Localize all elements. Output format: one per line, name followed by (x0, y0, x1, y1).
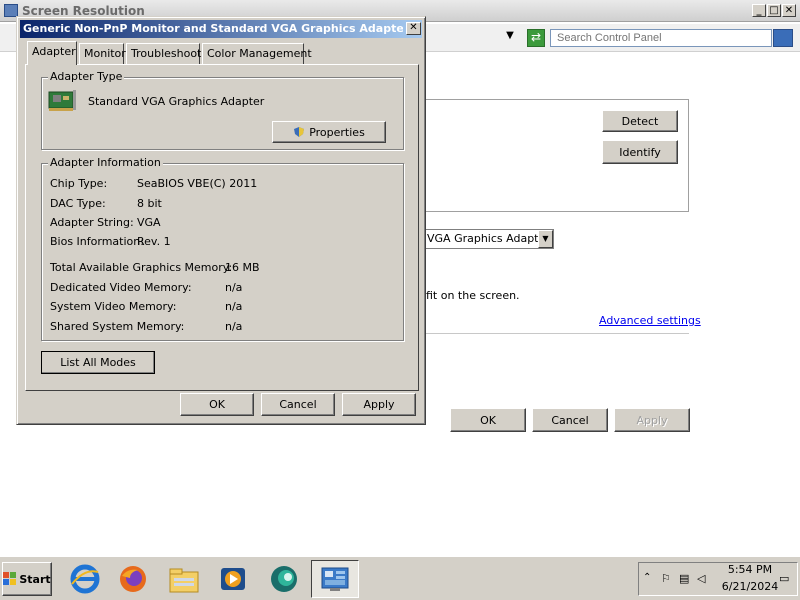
display-select[interactable]: VGA Graphics Adapter (410, 229, 554, 249)
dialog-titlebar: Generic Non-PnP Monitor and Standard VGA… (20, 20, 422, 38)
adapter-string-value: VGA (137, 216, 161, 229)
address-dropdown-icon[interactable]: ▼ (503, 30, 517, 46)
advanced-settings-link[interactable]: Advanced settings (599, 314, 701, 327)
bg-ok-button[interactable]: OK (450, 408, 526, 432)
tab-panel-adapter: Adapter Type Standard VGA Graphics Adapt… (25, 64, 419, 391)
bg-apply-button[interactable]: Apply (614, 408, 690, 432)
system-memory-value: n/a (225, 300, 243, 313)
taskbar: Start ⌃ ⚐ ▤ ◁ ▭ (0, 555, 800, 600)
maximize-button[interactable]: □ (767, 4, 781, 17)
apply-button[interactable]: Apply (342, 393, 416, 416)
chevron-up-icon[interactable]: ⌃ (643, 572, 651, 583)
windows-logo-icon (3, 572, 17, 586)
adapter-info-group: Adapter Information Chip Type: SeaBIOS V… (41, 156, 404, 341)
search-input[interactable] (550, 29, 772, 47)
dac-type-value: 8 bit (137, 197, 162, 210)
volume-icon[interactable]: ◁ (697, 572, 705, 585)
dedicated-memory-label: Dedicated Video Memory: (50, 281, 192, 294)
close-icon[interactable]: ✕ (406, 22, 421, 35)
bios-info-label: Bios Information: (50, 235, 144, 248)
total-memory-value: 16 MB (225, 261, 260, 274)
flag-icon[interactable]: ⚐ (661, 572, 671, 585)
tab-troubleshoot[interactable]: Troubleshoot (126, 43, 201, 64)
cancel-button[interactable]: Cancel (261, 393, 335, 416)
graphics-card-icon (47, 86, 77, 114)
fit-text: fit on the screen. (426, 289, 520, 302)
close-window-button[interactable]: ✕ (782, 4, 796, 17)
tab-monitor[interactable]: Monitor (79, 43, 126, 64)
detect-button[interactable]: Detect (602, 110, 678, 132)
properties-label: Properties (309, 125, 365, 139)
minimize-button[interactable]: _ (752, 4, 766, 17)
refresh-icon[interactable]: ⇄ (527, 29, 545, 47)
chevron-down-icon[interactable]: ▼ (538, 230, 553, 248)
identify-button[interactable]: Identify (602, 140, 678, 164)
control-panel-icon (320, 565, 350, 593)
tab-color-management[interactable]: Color Management (202, 43, 312, 64)
bios-info-value: Rev. 1 (137, 235, 171, 248)
bg-cancel-button[interactable]: Cancel (532, 408, 608, 432)
chip-type-label: Chip Type: (50, 177, 108, 190)
tab-adapter[interactable]: Adapter (27, 41, 77, 65)
system-memory-label: System Video Memory: (50, 300, 177, 313)
firefox-icon[interactable] (118, 564, 148, 594)
clock-time[interactable]: 5:54 PM (710, 563, 790, 576)
shared-memory-label: Shared System Memory: (50, 320, 185, 333)
adapter-type-group: Adapter Type Standard VGA Graphics Adapt… (41, 70, 404, 150)
ok-button[interactable]: OK (180, 393, 254, 416)
adapter-string-label: Adapter String: (50, 216, 134, 229)
adapter-name: Standard VGA Graphics Adapter (88, 95, 265, 108)
shared-memory-value: n/a (225, 320, 243, 333)
separator (410, 333, 689, 334)
start-button[interactable]: Start (2, 562, 52, 596)
file-explorer-icon[interactable] (168, 564, 199, 594)
chip-type-value: SeaBIOS VBE(C) 2011 (137, 177, 258, 190)
total-memory-label: Total Available Graphics Memory: (50, 261, 233, 274)
network-icon[interactable]: ▤ (679, 572, 689, 585)
adapter-properties-dialog: Generic Non-PnP Monitor and Standard VGA… (16, 16, 426, 425)
internet-explorer-icon[interactable] (70, 564, 100, 594)
group-legend: Adapter Information (48, 156, 163, 169)
list-all-modes-button[interactable]: List All Modes (41, 351, 155, 374)
clock-date[interactable]: 6/21/2024 (710, 580, 790, 593)
shield-icon (293, 126, 305, 138)
taskbar-active-item[interactable] (311, 560, 359, 598)
dedicated-memory-value: n/a (225, 281, 243, 294)
dac-type-label: DAC Type: (50, 197, 106, 210)
properties-button[interactable]: Properties (272, 121, 386, 143)
media-player-icon[interactable] (218, 564, 248, 594)
dialog-title: Generic Non-PnP Monitor and Standard VGA… (23, 22, 403, 35)
start-label: Start (19, 572, 51, 586)
group-legend: Adapter Type (48, 70, 125, 83)
search-icon[interactable] (773, 29, 793, 47)
orb-icon[interactable] (268, 564, 298, 594)
